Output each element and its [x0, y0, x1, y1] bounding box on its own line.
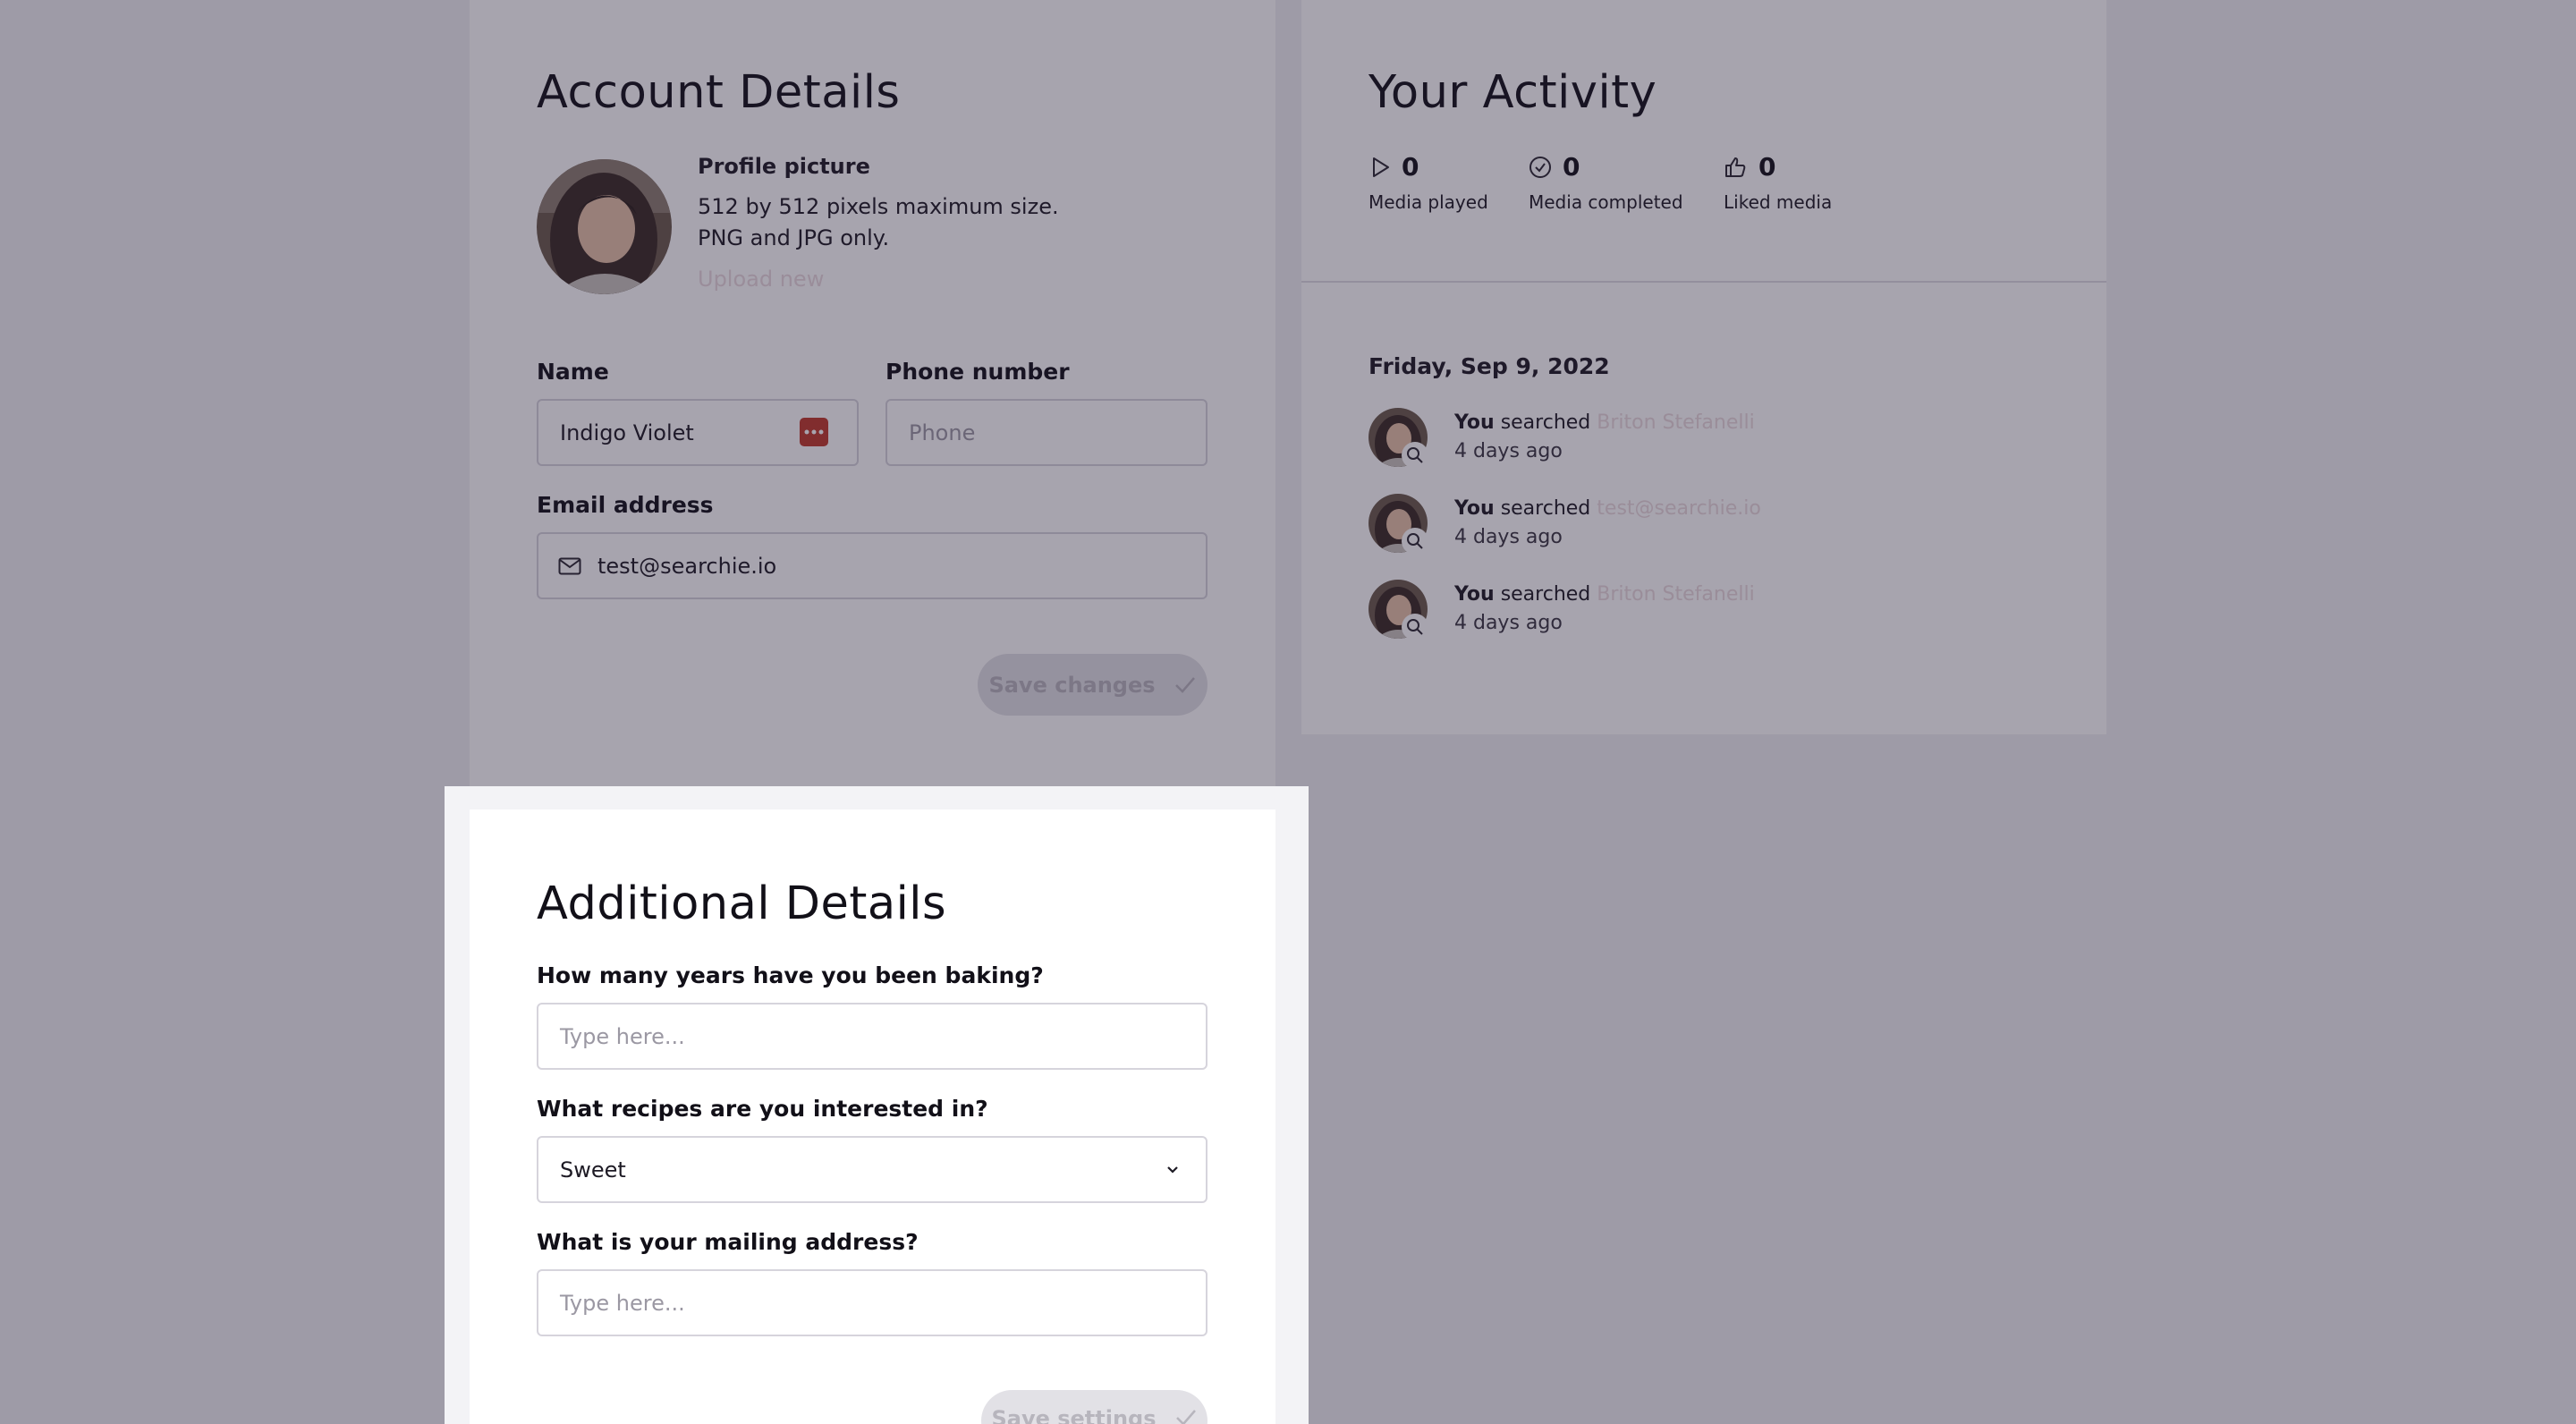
mailing-address-placeholder: Type here...: [560, 1290, 685, 1316]
recipes-label: What recipes are you interested in?: [537, 1096, 988, 1122]
baking-years-input[interactable]: Type here...: [537, 1003, 1208, 1070]
baking-years-label: How many years have you been baking?: [537, 962, 1044, 988]
chevron-down-icon: [1167, 1165, 1178, 1174]
check-icon: [1175, 1410, 1196, 1424]
mailing-address-input[interactable]: Type here...: [537, 1269, 1208, 1336]
save-settings-label: Save settings: [991, 1406, 1157, 1424]
save-settings-button[interactable]: Save settings: [981, 1390, 1208, 1424]
additional-details-title: Additional Details: [537, 877, 947, 930]
baking-years-placeholder: Type here...: [560, 1023, 685, 1049]
recipes-select[interactable]: Sweet: [537, 1136, 1208, 1203]
recipes-selected-value: Sweet: [560, 1157, 626, 1182]
mailing-address-label: What is your mailing address?: [537, 1229, 919, 1255]
